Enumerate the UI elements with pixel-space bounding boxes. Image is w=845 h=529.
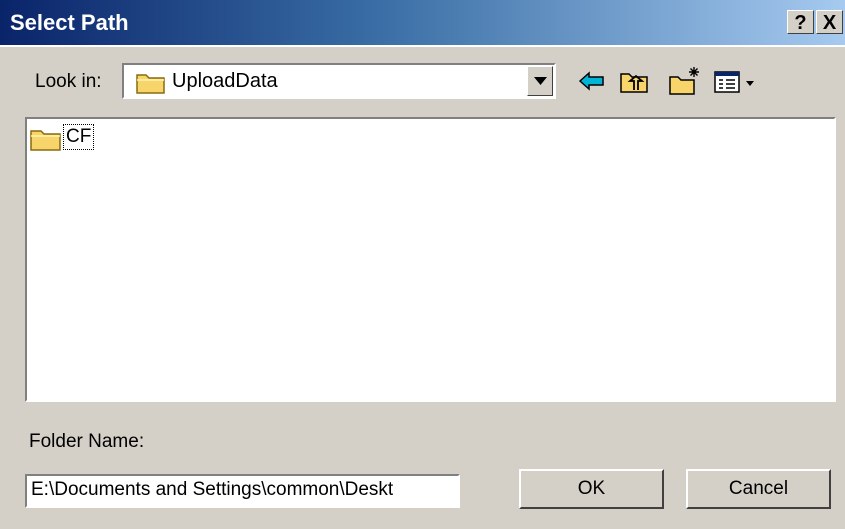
folder-name-label: Folder Name: — [29, 431, 145, 452]
up-folder-button[interactable] — [617, 64, 651, 98]
look-in-dropdown[interactable]: UploadData — [122, 63, 556, 99]
back-button[interactable] — [575, 64, 609, 98]
close-button[interactable]: X — [816, 10, 843, 34]
dropdown-button[interactable] — [527, 66, 553, 96]
folder-icon — [136, 70, 166, 99]
folder-icon — [30, 126, 62, 157]
folder-name-field[interactable]: E:\Documents and Settings\common\Deskt — [25, 474, 460, 508]
window-title: Select Path — [10, 10, 129, 35]
look-in-label: Look in: — [35, 71, 102, 92]
help-button[interactable]: ? — [787, 10, 814, 34]
ok-button[interactable]: OK — [519, 469, 664, 509]
cancel-button[interactable]: Cancel — [686, 469, 831, 509]
back-arrow-icon — [578, 71, 604, 91]
title-bar[interactable]: Select Path ? X — [0, 0, 845, 47]
folder-list[interactable]: CF — [25, 117, 836, 402]
look-in-value: UploadData — [172, 70, 278, 92]
folder-label: CF — [63, 124, 95, 150]
up-folder-icon — [620, 73, 648, 93]
new-folder-icon — [669, 67, 699, 95]
view-menu-button[interactable] — [713, 64, 757, 98]
new-folder-button[interactable] — [668, 64, 702, 98]
chevron-down-icon — [534, 77, 547, 85]
view-menu-icon — [714, 71, 754, 93]
